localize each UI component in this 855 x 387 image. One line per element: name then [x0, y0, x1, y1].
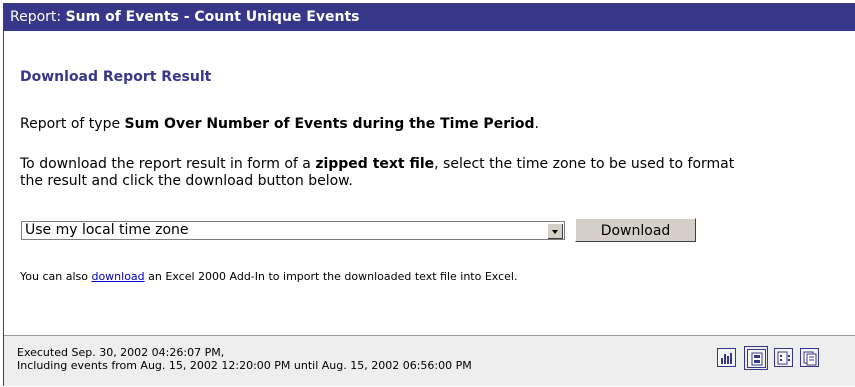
- report-footer: Executed Sep. 30, 2002 04:26:07 PM, Inclu…: [4, 335, 855, 386]
- timezone-selected-value: Use my local time zone: [25, 222, 189, 238]
- report-type-prefix: Report of type: [20, 116, 125, 132]
- timezone-select[interactable]: Use my local time zone: [21, 221, 565, 240]
- event-range: Including events from Aug. 15, 2002 12:2…: [17, 359, 472, 372]
- report-type-text: Report of type Sum Over Number of Events…: [20, 116, 539, 132]
- details-view-button[interactable]: [772, 346, 796, 370]
- instructions-line2: the result and click the download button…: [20, 173, 353, 189]
- download-view-button[interactable]: [744, 346, 768, 370]
- details-list-icon: [777, 351, 790, 365]
- addin-note: You can also download an Excel 2000 Add-…: [20, 270, 517, 283]
- download-button[interactable]: Download: [575, 218, 696, 242]
- instructions-text: To download the report result in form of…: [20, 156, 734, 190]
- chart-view-button[interactable]: [715, 346, 739, 370]
- instructions-bold: zipped text file: [315, 156, 435, 172]
- executed-timestamp: Executed Sep. 30, 2002 04:26:07 PM,: [17, 346, 225, 359]
- copy-pages-icon: [803, 351, 817, 366]
- execution-info: Executed Sep. 30, 2002 04:26:07 PM, Inclu…: [17, 346, 472, 372]
- addin-note-prefix: You can also: [20, 270, 92, 283]
- report-panel: Report: Sum of Events - Count Unique Eve…: [3, 3, 855, 386]
- report-name: Sum of Events - Count Unique Events: [65, 9, 360, 25]
- dropdown-arrow-icon[interactable]: [547, 223, 563, 239]
- download-file-icon: [751, 352, 763, 366]
- instructions-part1: To download the report result in form of…: [20, 156, 316, 172]
- instructions-part2: , select the time zone to be used to for…: [434, 156, 735, 172]
- report-type-suffix: .: [534, 116, 539, 132]
- section-title: Download Report Result: [20, 69, 212, 85]
- addin-note-suffix: an Excel 2000 Add-In to import the downl…: [144, 270, 518, 283]
- title-prefix: Report:: [10, 9, 66, 25]
- report-type-value: Sum Over Number of Events during the Tim…: [124, 116, 535, 132]
- pages-view-button[interactable]: [798, 346, 822, 370]
- addin-download-link[interactable]: download: [91, 270, 144, 283]
- report-titlebar: Report: Sum of Events - Count Unique Eve…: [4, 4, 855, 31]
- bar-chart-icon: [721, 353, 732, 364]
